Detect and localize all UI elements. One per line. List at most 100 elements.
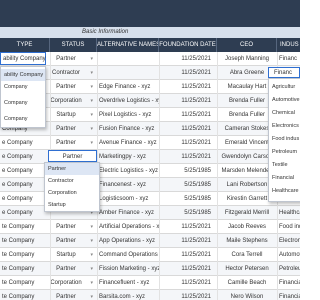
alt-names-cell[interactable]: Electric Logistics - xyz — [97, 164, 159, 178]
ceo-cell[interactable]: Nero Wilson — [217, 290, 277, 300]
type-cell[interactable]: te Company — [0, 262, 50, 276]
chevron-down-icon[interactable]: ▾ — [90, 66, 93, 80]
type-cell[interactable]: e Company — [0, 136, 50, 150]
industry-cell[interactable]: Food indus — [277, 220, 300, 234]
industry-option[interactable]: Chemical — [269, 107, 300, 119]
status-option[interactable]: Corporation — [45, 187, 99, 199]
status-cell[interactable]: Partner ▾ — [50, 220, 97, 234]
chevron-down-icon[interactable]: ▾ — [90, 94, 93, 108]
industry-option[interactable]: Agricultur — [269, 81, 300, 93]
ceo-cell[interactable]: Maile Stephens — [217, 234, 277, 248]
alt-names-cell[interactable] — [97, 52, 159, 66]
status-cell[interactable]: Contractor ▾ — [50, 66, 97, 80]
status-option[interactable]: Contractor — [45, 175, 99, 187]
industry-cell[interactable]: Healthcare — [277, 206, 300, 220]
status-active-cell[interactable]: Partner — [48, 150, 97, 162]
alt-names-cell[interactable]: Fission Marketing - xyz — [97, 262, 159, 276]
type-cell[interactable]: e Company — [0, 164, 50, 178]
type-option[interactable]: Company — [1, 97, 45, 109]
type-cell[interactable]: e Company — [0, 150, 50, 164]
header-status[interactable]: STATUS — [50, 38, 97, 52]
founded-cell[interactable]: 11/25/2021 — [159, 150, 217, 164]
alt-names-cell[interactable]: Financenest - xyz — [97, 178, 159, 192]
status-cell[interactable]: Partner ▾ — [50, 136, 97, 150]
type-cell[interactable]: te Company — [0, 220, 50, 234]
chevron-down-icon[interactable]: ▾ — [90, 52, 93, 66]
alt-names-cell[interactable]: Overdrive Logistics - xyz — [97, 94, 159, 108]
founded-cell[interactable]: 5/25/1985 — [159, 206, 217, 220]
chevron-down-icon[interactable]: ▾ — [90, 234, 93, 248]
chevron-down-icon[interactable]: ▾ — [90, 122, 93, 136]
status-cell[interactable]: Partner ▾ — [50, 234, 97, 248]
founded-cell[interactable]: 11/25/2021 — [159, 136, 217, 150]
industry-active-cell[interactable]: Financ — [268, 67, 300, 78]
founded-cell[interactable]: 5/25/1985 — [159, 178, 217, 192]
industry-option[interactable]: Electronics — [269, 120, 300, 132]
ceo-cell[interactable]: Jacob Reeves — [217, 220, 277, 234]
industry-option[interactable]: Healthcare — [269, 185, 300, 197]
founded-cell[interactable]: 11/25/2021 — [159, 80, 217, 94]
status-cell[interactable]: Startup ▾ — [50, 108, 97, 122]
alt-names-cell[interactable]: Pixel Logistics - xyz — [97, 108, 159, 122]
founded-cell[interactable]: 11/25/2021 — [159, 234, 217, 248]
status-cell[interactable]: Partner ▾ — [50, 80, 97, 94]
founded-cell[interactable]: 11/25/2021 — [159, 66, 217, 80]
chevron-down-icon[interactable]: ▾ — [90, 80, 93, 94]
status-cell[interactable]: Corporation ▾ — [50, 94, 97, 108]
founded-cell[interactable]: 11/25/2021 — [159, 276, 217, 290]
type-cell[interactable]: te Company — [0, 234, 50, 248]
industry-cell[interactable]: Financial — [277, 276, 300, 290]
type-active-cell[interactable]: ability Company — [0, 52, 46, 65]
header-alt-names[interactable]: ALTERNATIVE NAMES — [97, 38, 159, 52]
status-option[interactable]: Partner — [45, 163, 99, 175]
chevron-down-icon[interactable]: ▾ — [90, 290, 93, 300]
type-cell[interactable]: te Company — [0, 248, 50, 262]
ceo-cell[interactable]: Fitzgerald Merrill — [217, 206, 277, 220]
type-option[interactable]: Company — [1, 113, 45, 125]
industry-cell[interactable]: Financial — [277, 290, 300, 300]
alt-names-cell[interactable]: Barsita.com - xyz — [97, 290, 159, 300]
status-cell[interactable]: Partner ▾ — [50, 262, 97, 276]
chevron-down-icon[interactable]: ▾ — [90, 220, 93, 234]
industry-option[interactable]: Financial — [269, 172, 300, 184]
type-cell[interactable]: e Company — [0, 206, 50, 220]
ceo-cell[interactable]: Cora Terrell — [217, 248, 277, 262]
industry-option[interactable]: Automotive — [269, 94, 300, 106]
industry-option[interactable]: Food indus — [269, 133, 300, 145]
founded-cell[interactable]: 11/25/2021 — [159, 290, 217, 300]
industry-option[interactable]: Textile — [269, 159, 300, 171]
chevron-down-icon[interactable]: ▾ — [90, 276, 93, 290]
type-cell[interactable]: e Company — [0, 192, 50, 206]
founded-cell[interactable]: 11/25/2021 — [159, 220, 217, 234]
header-founded[interactable]: FOUNDATION DATE — [159, 38, 217, 52]
chevron-down-icon[interactable]: ▾ — [90, 248, 93, 262]
type-cell[interactable]: te Company — [0, 276, 50, 290]
header-ceo[interactable]: CEO — [217, 38, 277, 52]
founded-cell[interactable]: 11/25/2021 — [159, 122, 217, 136]
type-option[interactable]: ability Company — [1, 69, 45, 81]
type-option[interactable]: Company — [1, 81, 45, 93]
alt-names-cell[interactable]: Command Operations - xyz — [97, 248, 159, 262]
founded-cell[interactable]: 11/25/2021 — [159, 248, 217, 262]
header-industry[interactable]: INDUS — [277, 38, 300, 52]
header-type[interactable]: TYPE — [0, 38, 50, 52]
alt-names-cell[interactable]: Logisticsoom - xyz — [97, 192, 159, 206]
type-cell[interactable]: te Company — [0, 290, 50, 300]
chevron-down-icon[interactable]: ▾ — [90, 136, 93, 150]
status-cell[interactable]: Corporation ▾ — [50, 276, 97, 290]
type-cell[interactable]: e Company — [0, 178, 50, 192]
status-cell[interactable]: Partner ▾ — [50, 290, 97, 300]
ceo-cell[interactable]: Joseph Manning — [217, 52, 277, 66]
status-cell[interactable]: Partner ▾ — [50, 52, 97, 66]
chevron-down-icon[interactable]: ▾ — [90, 262, 93, 276]
industry-cell[interactable]: Electronics — [277, 234, 300, 248]
status-option[interactable]: Startup — [45, 199, 99, 211]
alt-names-cell[interactable]: Financefluent - xyz — [97, 276, 159, 290]
alt-names-cell[interactable]: Amber Finance - xyz — [97, 206, 159, 220]
alt-names-cell[interactable]: App Operations - xyz — [97, 234, 159, 248]
alt-names-cell[interactable]: Avenue Finance - xyz — [97, 136, 159, 150]
ceo-cell[interactable]: Camille Beach — [217, 276, 277, 290]
founded-cell[interactable]: 11/25/2021 — [159, 262, 217, 276]
founded-cell[interactable]: 11/25/2021 — [159, 94, 217, 108]
alt-names-cell[interactable]: Fusion Finance - xyz — [97, 122, 159, 136]
